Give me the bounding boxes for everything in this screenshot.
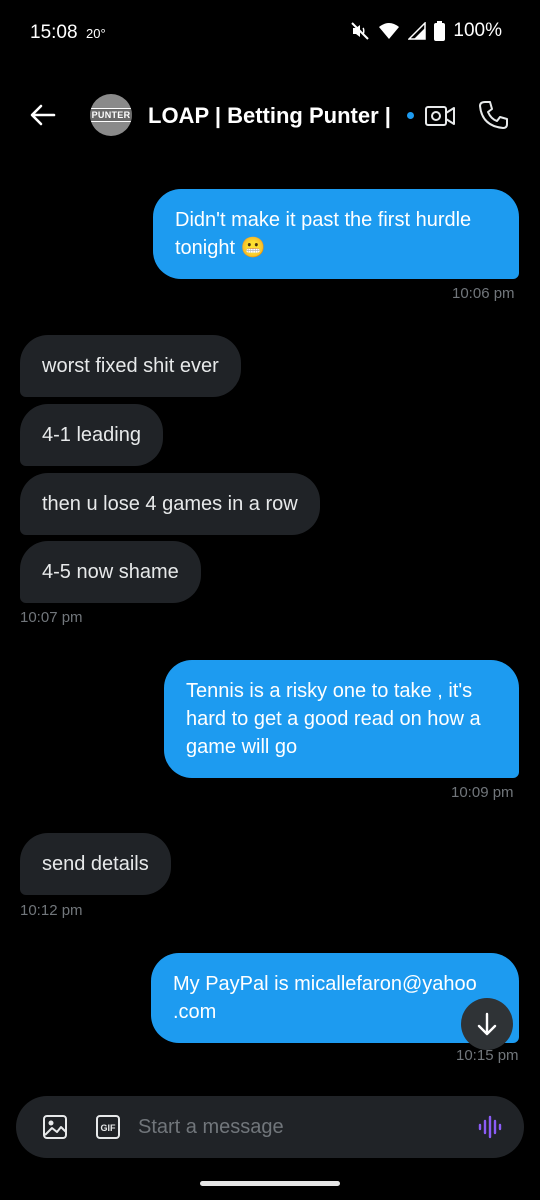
message-incoming[interactable]: then u lose 4 games in a row	[20, 473, 320, 535]
message-outgoing[interactable]: Tennis is a risky one to take , it's har…	[164, 660, 519, 778]
gif-icon[interactable]: GIF	[96, 1115, 120, 1139]
verified-dot-icon	[407, 112, 414, 119]
arrow-down-icon	[477, 1012, 497, 1036]
avatar[interactable]: PUNTER	[90, 94, 132, 136]
message-timestamp: 10:06 pm	[452, 285, 515, 302]
status-time: 15:08	[30, 22, 78, 43]
message-incoming[interactable]: 4-1 leading	[20, 404, 163, 466]
conversation-header: PUNTER LOAP | Betting Punter |	[0, 84, 540, 150]
status-temperature: 20°	[86, 26, 106, 41]
message-timestamp: 10:09 pm	[451, 784, 514, 801]
conversation-title[interactable]: LOAP | Betting Punter |	[148, 103, 406, 129]
message-incoming[interactable]: send details	[20, 833, 171, 895]
mute-icon	[351, 22, 370, 40]
battery-percentage: 100%	[453, 20, 502, 41]
message-timestamp: 10:07 pm	[20, 609, 83, 626]
message-timestamp: 10:12 pm	[20, 902, 83, 919]
voice-icon[interactable]	[476, 1113, 504, 1141]
message-composer: GIF	[16, 1096, 524, 1158]
video-call-icon[interactable]	[424, 100, 456, 132]
message-outgoing[interactable]: Didn't make it past the first hurdle ton…	[153, 189, 519, 279]
battery-icon	[434, 21, 446, 41]
status-icons: 100%	[350, 20, 502, 42]
signal-icon	[408, 22, 427, 40]
message-input[interactable]	[138, 1110, 458, 1144]
image-icon[interactable]	[42, 1114, 68, 1140]
avatar-text: PUNTER	[90, 108, 132, 122]
back-arrow-icon[interactable]	[28, 100, 58, 130]
wifi-icon	[379, 23, 400, 39]
message-incoming[interactable]: worst fixed shit ever	[20, 335, 241, 397]
scroll-to-bottom-button[interactable]	[461, 998, 513, 1050]
status-bar: 15:08 20° 100%	[0, 0, 540, 68]
message-incoming[interactable]: 4-5 now shame	[20, 541, 201, 603]
gif-label: GIF	[101, 1123, 117, 1133]
home-indicator[interactable]	[200, 1181, 340, 1186]
phone-call-icon[interactable]	[476, 98, 510, 132]
